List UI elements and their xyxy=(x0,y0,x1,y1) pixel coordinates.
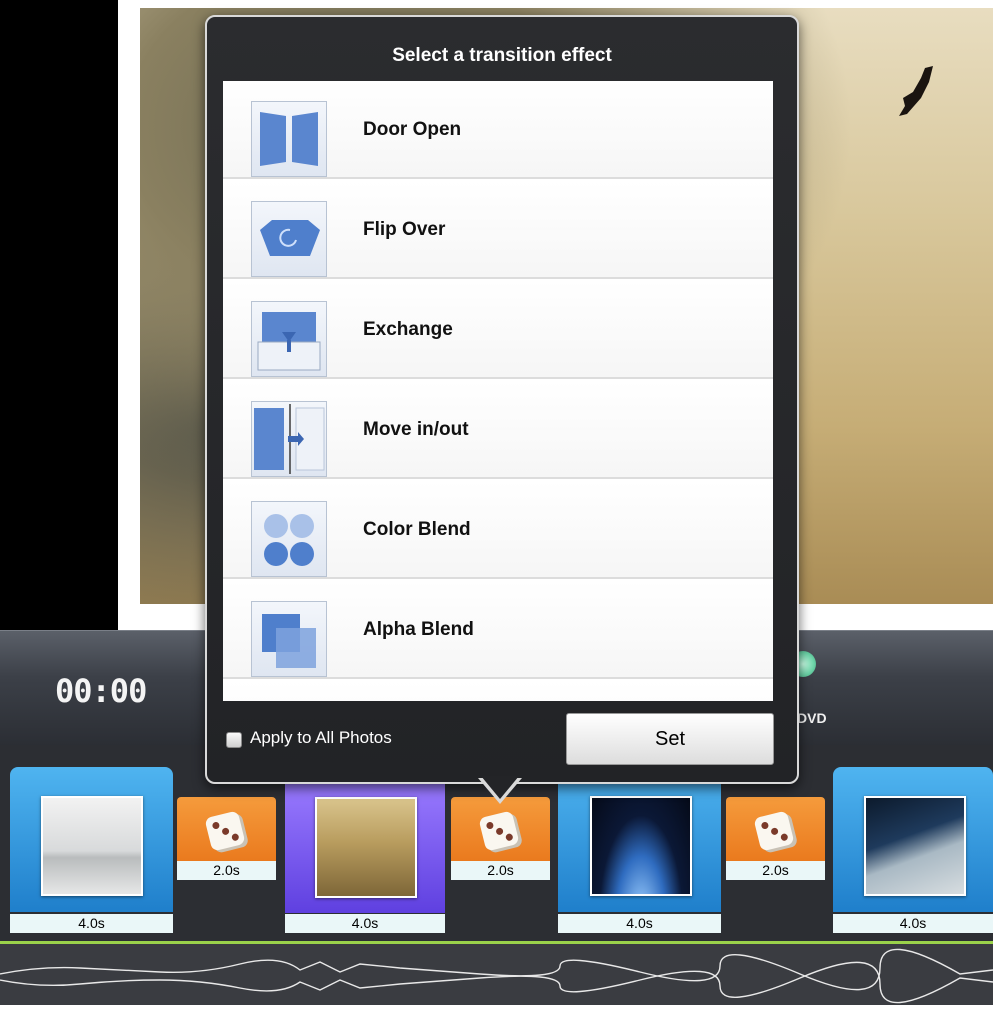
photo-thumbnail[interactable] xyxy=(590,796,692,896)
clip-duration: 4.0s xyxy=(285,914,445,933)
effect-label: Color Blend xyxy=(363,519,471,540)
popover-title: Select a transition effect xyxy=(392,45,612,66)
effect-item-alpha-blend[interactable]: Alpha Blend xyxy=(223,581,773,679)
effect-label: Flip Over xyxy=(363,219,446,240)
preview-letterbox xyxy=(0,0,118,630)
flip-over-icon xyxy=(251,201,327,277)
color-blend-icon xyxy=(251,501,327,577)
effect-label: Door Open xyxy=(363,119,462,140)
transition-duration: 2.0s xyxy=(726,861,825,880)
transition-effect-list[interactable]: Door Open Flip Over Exchange Move in/out xyxy=(223,81,773,701)
effect-item-exchange[interactable]: Exchange xyxy=(223,281,773,379)
photo-thumbnail[interactable] xyxy=(864,796,966,896)
effect-item-partial[interactable] xyxy=(223,681,773,701)
apply-all-label[interactable]: Apply to All Photos xyxy=(250,728,392,748)
effect-item-door-open[interactable]: Door Open xyxy=(223,81,773,179)
clip-duration: 4.0s xyxy=(558,914,721,933)
effect-item-move-in-out[interactable]: Move in/out xyxy=(223,381,773,479)
time-display: 00:00 xyxy=(55,672,147,710)
effect-label: Alpha Blend xyxy=(363,619,474,640)
effect-item-flip-over[interactable]: Flip Over xyxy=(223,181,773,279)
transition-duration: 2.0s xyxy=(451,861,550,880)
photo-thumbnail[interactable] xyxy=(41,796,143,896)
effect-item-color-blend[interactable]: Color Blend xyxy=(223,481,773,579)
effect-label: Exchange xyxy=(363,319,453,340)
clip-duration: 4.0s xyxy=(10,914,173,933)
audio-waveform[interactable] xyxy=(0,944,993,1005)
set-button[interactable]: Set xyxy=(566,713,774,765)
bird-silhouette xyxy=(899,66,933,116)
alpha-blend-icon xyxy=(251,601,327,677)
transition-duration: 2.0s xyxy=(177,861,276,880)
clip-duration: 4.0s xyxy=(833,914,993,933)
apply-all-checkbox[interactable] xyxy=(226,732,242,748)
move-in-out-icon xyxy=(251,401,327,477)
transition-popover: Select a transition effect Door Open Fli… xyxy=(205,15,799,784)
photo-thumbnail[interactable] xyxy=(315,797,417,898)
door-open-icon xyxy=(251,101,327,177)
popover-pointer-fill xyxy=(481,776,519,799)
dvd-label[interactable]: DVD xyxy=(797,710,827,726)
exchange-icon xyxy=(251,301,327,377)
effect-label: Move in/out xyxy=(363,419,469,440)
